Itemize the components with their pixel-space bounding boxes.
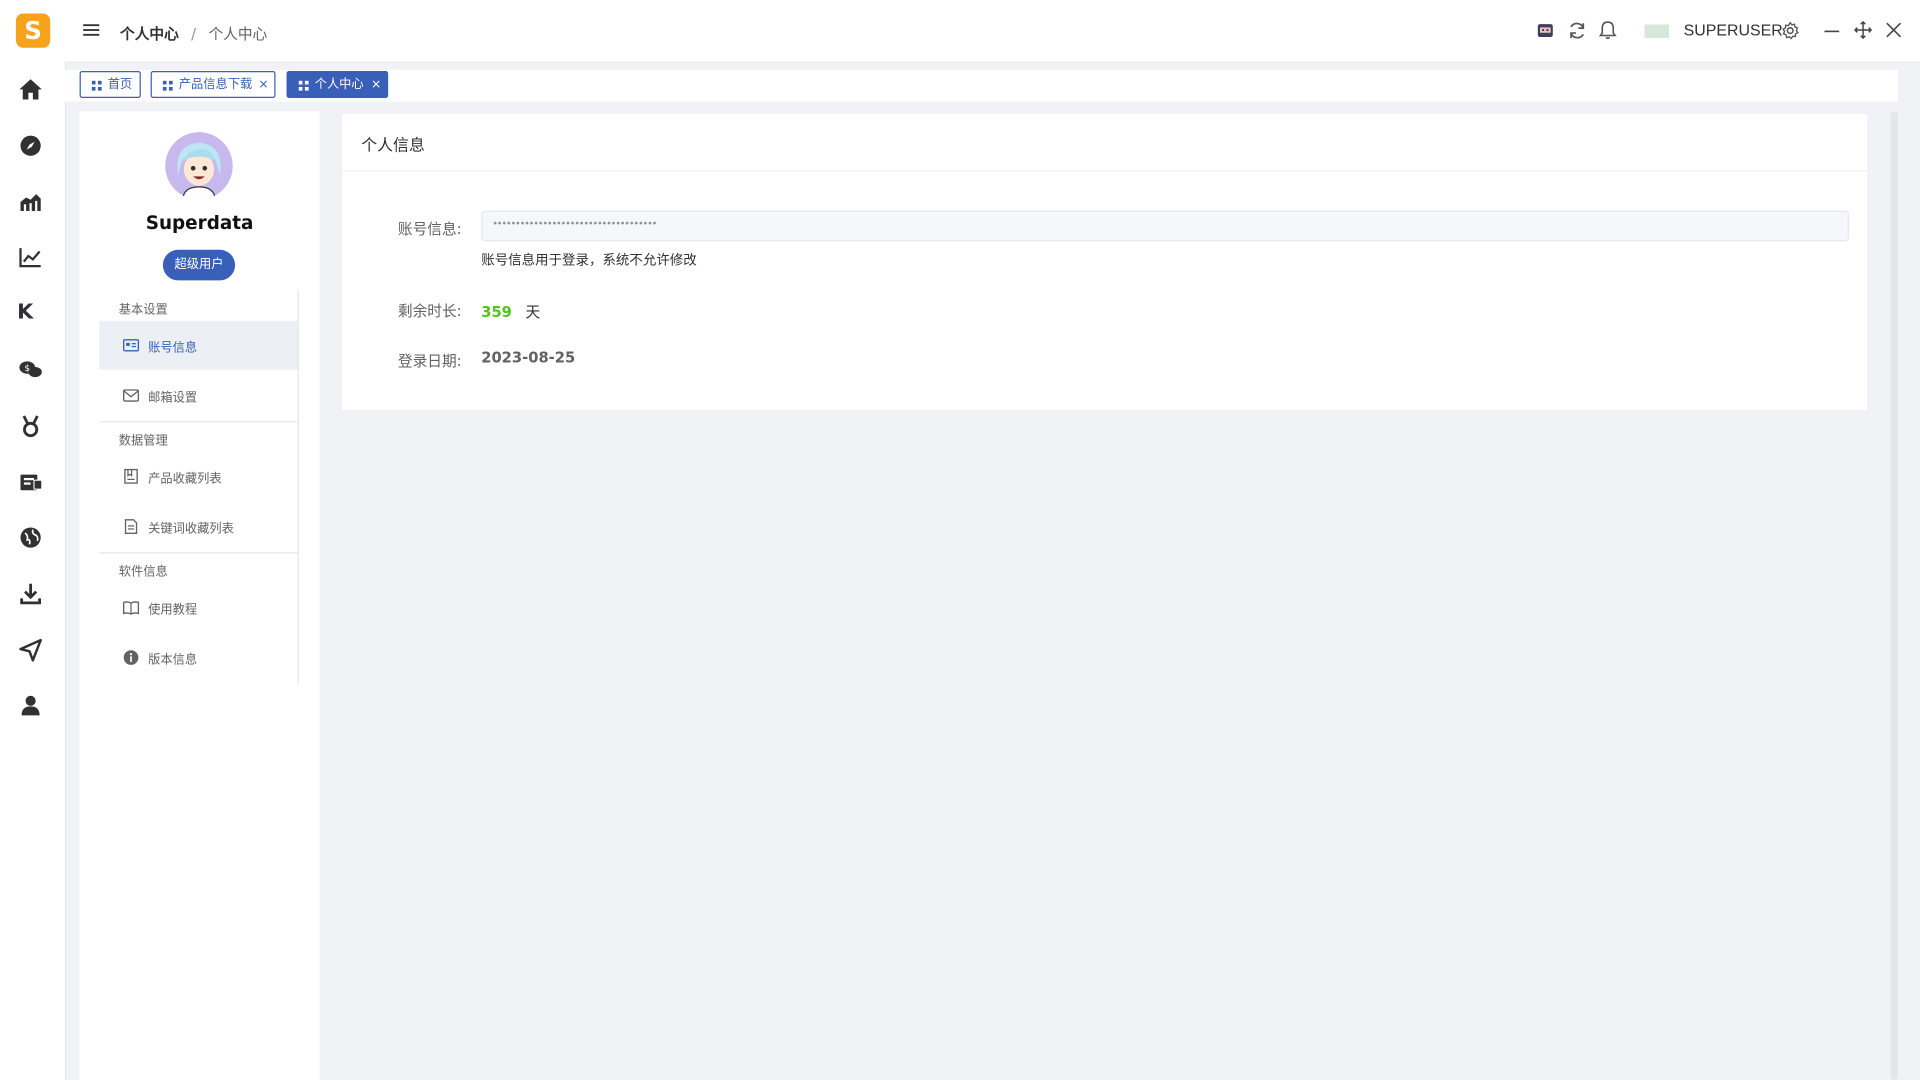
menu-divider (99, 552, 298, 554)
account-hint: 账号信息用于登录，系统不允许修改 (481, 252, 697, 269)
home-icon[interactable] (17, 76, 44, 103)
tab-home[interactable]: 首页 (79, 71, 141, 98)
breadcrumb-item: 个人中心 (208, 25, 268, 43)
profile-panel: Superdata 超级用户 基本设置 账号信息 邮箱设置 数据管理 产品收藏列… (79, 111, 320, 1080)
document-icon (124, 519, 138, 534)
remaining-unit: 天 (525, 303, 541, 321)
tab-label: 产品信息下载 (178, 78, 253, 92)
login-date-value: 2023-08-25 (481, 348, 576, 367)
personal-info-card: 个人信息 账号信息: •••••••••••••••••••••••••••••… (340, 112, 1869, 412)
id-card-icon (123, 339, 140, 352)
chat-bubbles-icon[interactable]: $ (17, 356, 44, 383)
menu-item-label: 关键词收藏列表 (148, 522, 234, 537)
tab-product-download[interactable]: 产品信息下载 × (150, 71, 276, 99)
grid-icon (162, 80, 173, 91)
k-letter-icon[interactable]: K (17, 299, 44, 326)
section-title-basic: 基本设置 (118, 303, 168, 318)
user-icon[interactable] (17, 692, 44, 719)
menu-item-account-info[interactable]: 账号信息 (99, 320, 298, 370)
tab-personal-center[interactable]: 个人中心 × (286, 71, 389, 99)
grid-icon (91, 80, 102, 91)
grid-icon (298, 80, 309, 91)
globe-icon[interactable] (17, 524, 44, 551)
bell-icon[interactable] (1598, 20, 1618, 41)
info-icon (123, 650, 139, 665)
icon-sidebar: S K $ (0, 0, 67, 1080)
chart-bars-icon[interactable] (17, 189, 44, 216)
remaining-days: 359 (481, 303, 512, 321)
message-box-icon[interactable] (17, 469, 44, 496)
menu-item-label: 邮箱设置 (148, 391, 198, 406)
menu-item-label: 账号信息 (148, 341, 198, 356)
tabs-bar: 首页 产品信息下载 × 个人中心 × (64, 69, 1898, 102)
section-title-software: 软件信息 (118, 565, 168, 580)
user-avatar-placeholder (1644, 24, 1669, 38)
hamburger-menu-icon[interactable] (82, 21, 100, 39)
menu-item-product-favorites[interactable]: 产品收藏列表 (99, 452, 297, 501)
settings-gear-icon[interactable] (1780, 21, 1800, 41)
minimize-icon[interactable] (1823, 21, 1840, 41)
remaining-label: 剩余时长: (397, 302, 462, 320)
account-field[interactable]: •••••••••••••••••••••••••••••••••••• (481, 210, 1849, 242)
menu-divider (99, 421, 298, 423)
line-chart-icon[interactable] (17, 244, 44, 271)
top-bar: 个人中心 / 个人中心 SUPERUSER (64, 0, 1920, 63)
section-title-data: 数据管理 (118, 434, 168, 449)
tab-close-icon[interactable]: × (371, 72, 381, 99)
menu-item-label: 使用教程 (148, 603, 198, 618)
menu-item-keyword-favorites[interactable]: 关键词收藏列表 (99, 502, 297, 551)
card-divider (341, 170, 1868, 172)
medal-icon[interactable] (17, 413, 44, 440)
card-title: 个人信息 (361, 137, 425, 156)
menu-item-label: 产品收藏列表 (148, 472, 222, 487)
refresh-icon[interactable] (1567, 21, 1587, 41)
menu-item-tutorial[interactable]: 使用教程 (99, 583, 297, 632)
username-label[interactable]: SUPERUSER (1684, 21, 1783, 39)
book-icon (123, 601, 140, 615)
login-date-label: 登录日期: (397, 352, 462, 370)
app-logo[interactable]: S (15, 13, 51, 48)
tab-label: 首页 (107, 78, 133, 92)
close-window-icon[interactable] (1886, 22, 1902, 38)
menu-item-version-info[interactable]: 版本信息 (99, 633, 297, 682)
menu-item-label: 版本信息 (148, 653, 198, 668)
scrollbar[interactable] (1890, 111, 1898, 1080)
breadcrumb: 个人中心 / 个人中心 (120, 21, 267, 44)
mail-icon (123, 389, 140, 402)
tab-close-icon[interactable]: × (258, 72, 268, 99)
compass-icon[interactable] (17, 132, 44, 159)
account-label: 账号信息: (397, 220, 462, 238)
svg-text:$: $ (24, 364, 30, 374)
app-window: S K $ 个人中心 / 个人中心 SUPERUSER 首页 产品信息下载 × … (0, 0, 1920, 1080)
avatar (165, 132, 233, 200)
remaining-value: 359 天 (481, 299, 540, 322)
menu-right-border (297, 290, 299, 685)
profile-name: Superdata (145, 211, 254, 234)
bookmark-icon (124, 468, 138, 484)
account-value: •••••••••••••••••••••••••••••••••••• (492, 217, 657, 229)
breadcrumb-separator: / (191, 25, 197, 43)
send-icon[interactable] (17, 637, 44, 664)
breadcrumb-item[interactable]: 个人中心 (120, 26, 179, 43)
move-window-icon[interactable] (1853, 20, 1873, 40)
tab-label: 个人中心 (314, 78, 364, 92)
role-badge: 超级用户 (162, 249, 236, 281)
menu-item-email-settings[interactable]: 邮箱设置 (99, 371, 297, 420)
avatar-thumbnail-icon[interactable] (1537, 22, 1554, 39)
logo-letter: S (24, 15, 42, 46)
download-icon[interactable] (17, 580, 44, 607)
